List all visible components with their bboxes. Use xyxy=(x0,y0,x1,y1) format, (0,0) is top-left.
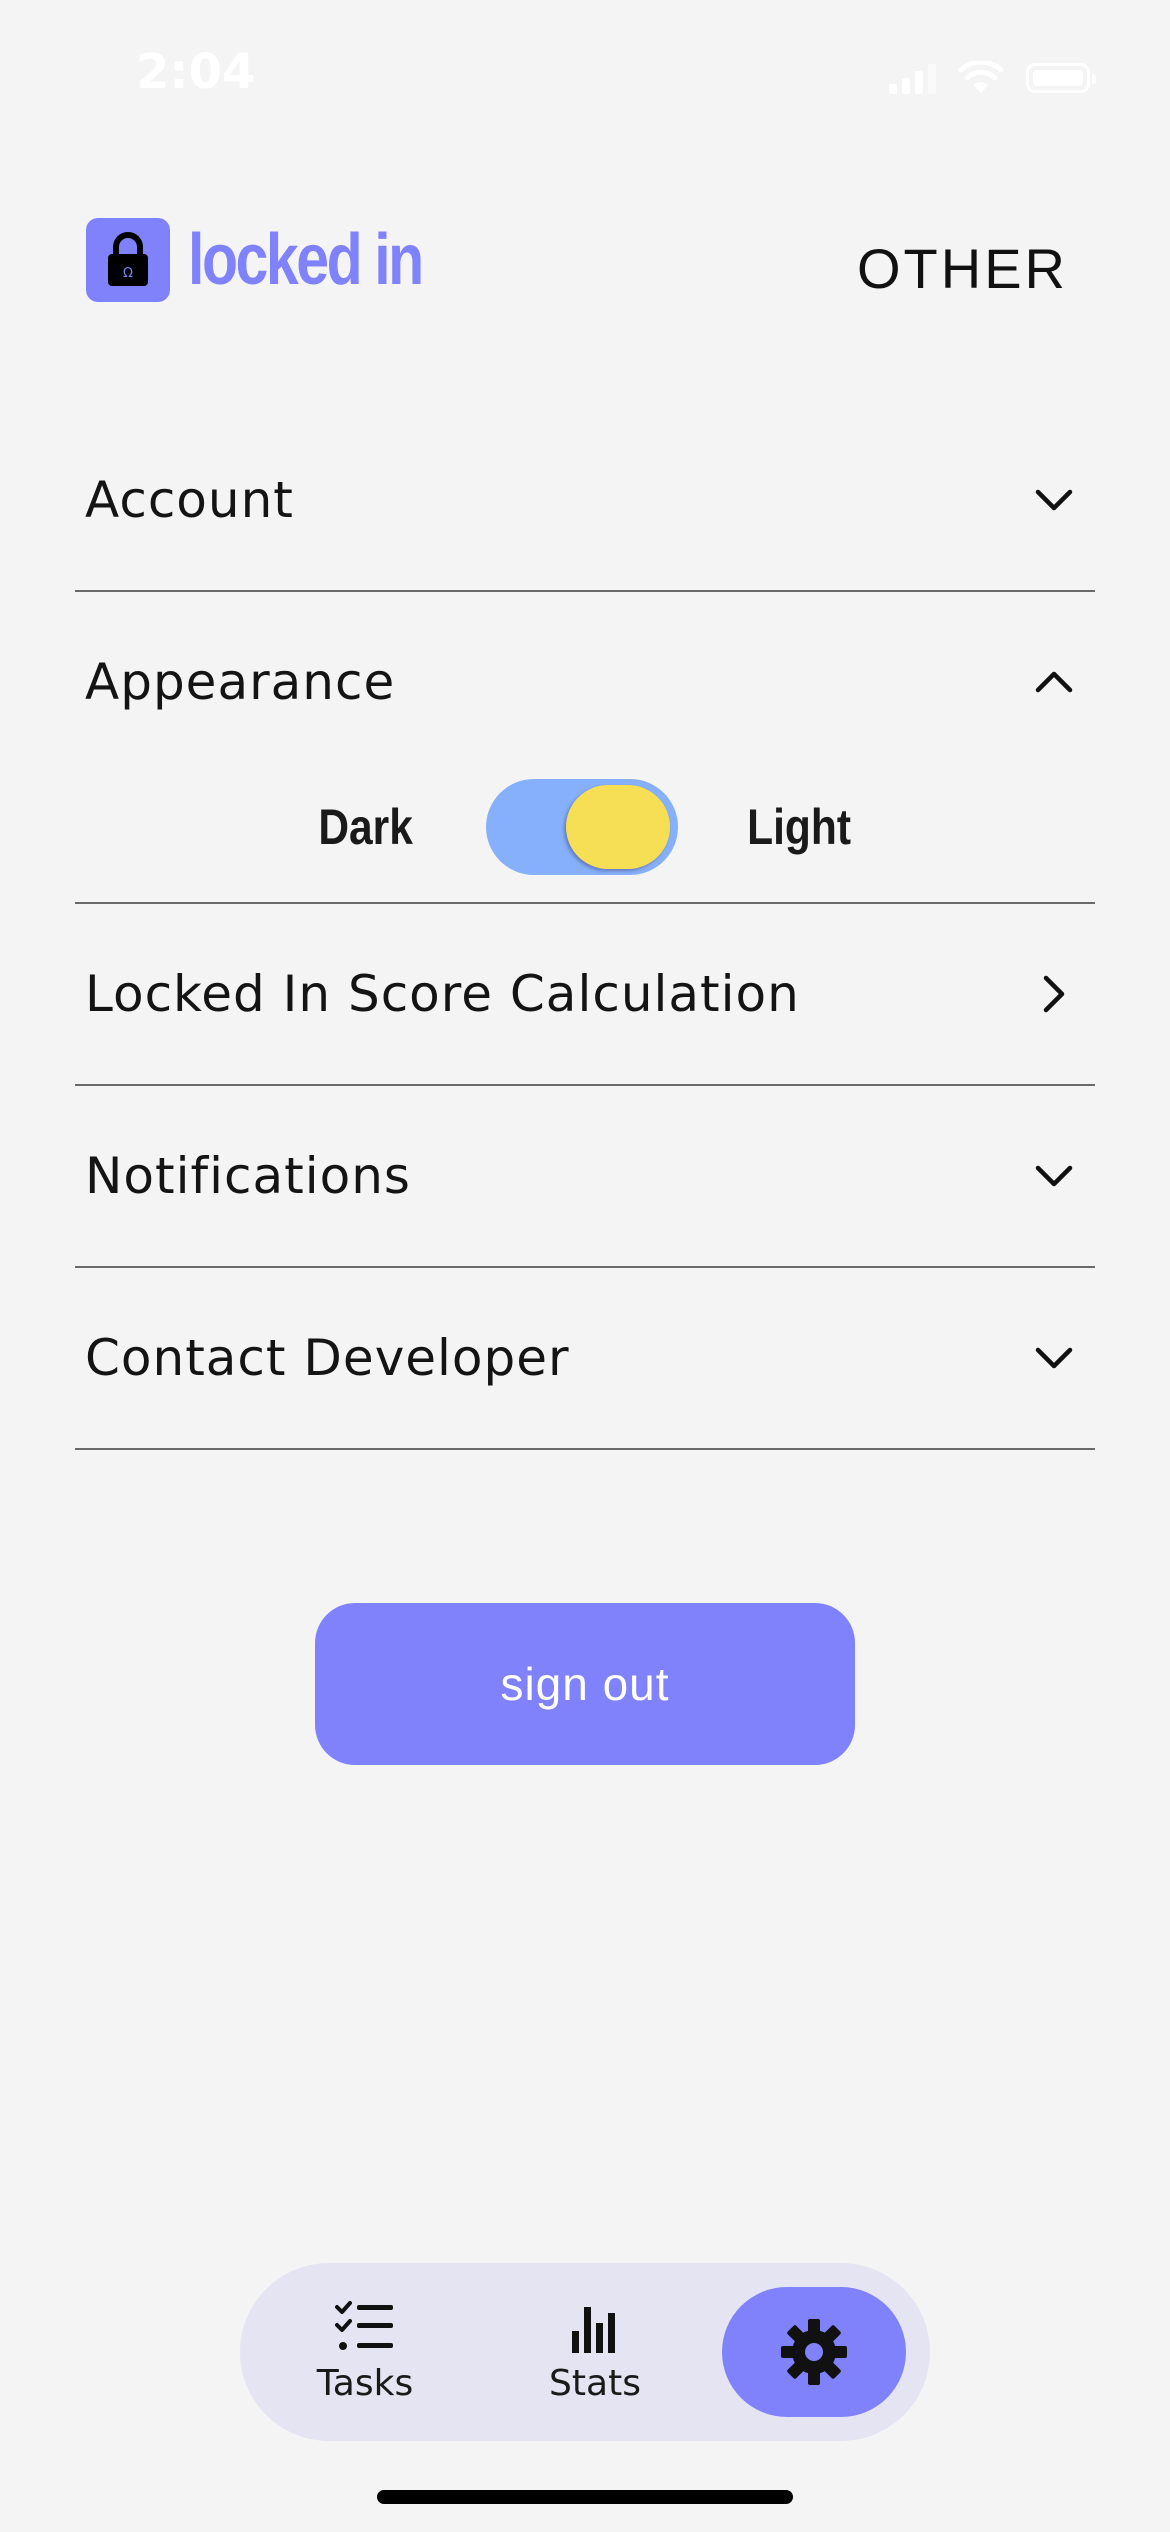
section-label: Appearance xyxy=(85,653,396,711)
gear-icon xyxy=(781,2319,847,2385)
page-title: OTHER xyxy=(857,237,1068,300)
section-notifications: Notifications xyxy=(75,1086,1095,1268)
section-label: Contact Developer xyxy=(85,1329,570,1387)
chevron-down-icon xyxy=(1029,1333,1079,1383)
chevron-down-icon xyxy=(1029,475,1079,525)
section-score-calculation: Locked In Score Calculation xyxy=(75,904,1095,1086)
chevron-up-icon xyxy=(1029,657,1079,707)
section-label: Account xyxy=(85,471,294,529)
toggle-knob xyxy=(565,785,670,869)
tab-tasks[interactable]: Tasks xyxy=(285,2263,445,2441)
contact-developer-row[interactable]: Contact Developer xyxy=(75,1268,1095,1448)
logo-text: locked in xyxy=(188,220,424,300)
task-list-icon xyxy=(335,2300,393,2350)
section-label: Notifications xyxy=(85,1147,411,1205)
theme-switcher: Dark Light xyxy=(75,752,1095,902)
appearance-row[interactable]: Appearance xyxy=(75,592,1095,772)
bar-chart-icon xyxy=(572,2306,615,2353)
settings-screen: 2:04 Ω locked in OTHER Account Appearanc… xyxy=(0,0,1170,2532)
status-time: 2:04 xyxy=(136,44,256,100)
section-account: Account xyxy=(75,410,1095,592)
chevron-right-icon xyxy=(1029,969,1079,1019)
tab-label: Stats xyxy=(549,2362,641,2404)
section-appearance: Appearance Dark Light xyxy=(75,592,1095,904)
sign-out-button[interactable]: sign out xyxy=(315,1603,855,1765)
score-calculation-row[interactable]: Locked In Score Calculation xyxy=(75,904,1095,1084)
dark-mode-label: Dark xyxy=(318,799,414,855)
settings-list: Account Appearance Dark Light Locked In … xyxy=(75,410,1095,1450)
svg-text:Ω: Ω xyxy=(123,266,133,281)
tab-settings[interactable] xyxy=(722,2287,906,2417)
tab-bar: Tasks Stats xyxy=(240,2263,930,2441)
light-mode-label: Light xyxy=(746,799,851,855)
tab-label: Tasks xyxy=(316,2362,414,2404)
section-label: Locked In Score Calculation xyxy=(85,965,800,1023)
chevron-down-icon xyxy=(1029,1151,1079,1201)
battery-icon xyxy=(1026,63,1096,93)
home-indicator xyxy=(377,2490,793,2504)
padlock-icon: Ω xyxy=(86,218,170,302)
section-contact-developer: Contact Developer xyxy=(75,1268,1095,1450)
tab-stats[interactable]: Stats xyxy=(515,2263,675,2441)
cellular-signal-icon xyxy=(889,62,936,94)
status-icons xyxy=(889,58,1096,98)
app-logo: Ω locked in xyxy=(86,218,473,302)
notifications-row[interactable]: Notifications xyxy=(75,1086,1095,1266)
wifi-icon xyxy=(958,61,1004,93)
account-row[interactable]: Account xyxy=(75,410,1095,590)
theme-toggle[interactable] xyxy=(485,779,678,875)
